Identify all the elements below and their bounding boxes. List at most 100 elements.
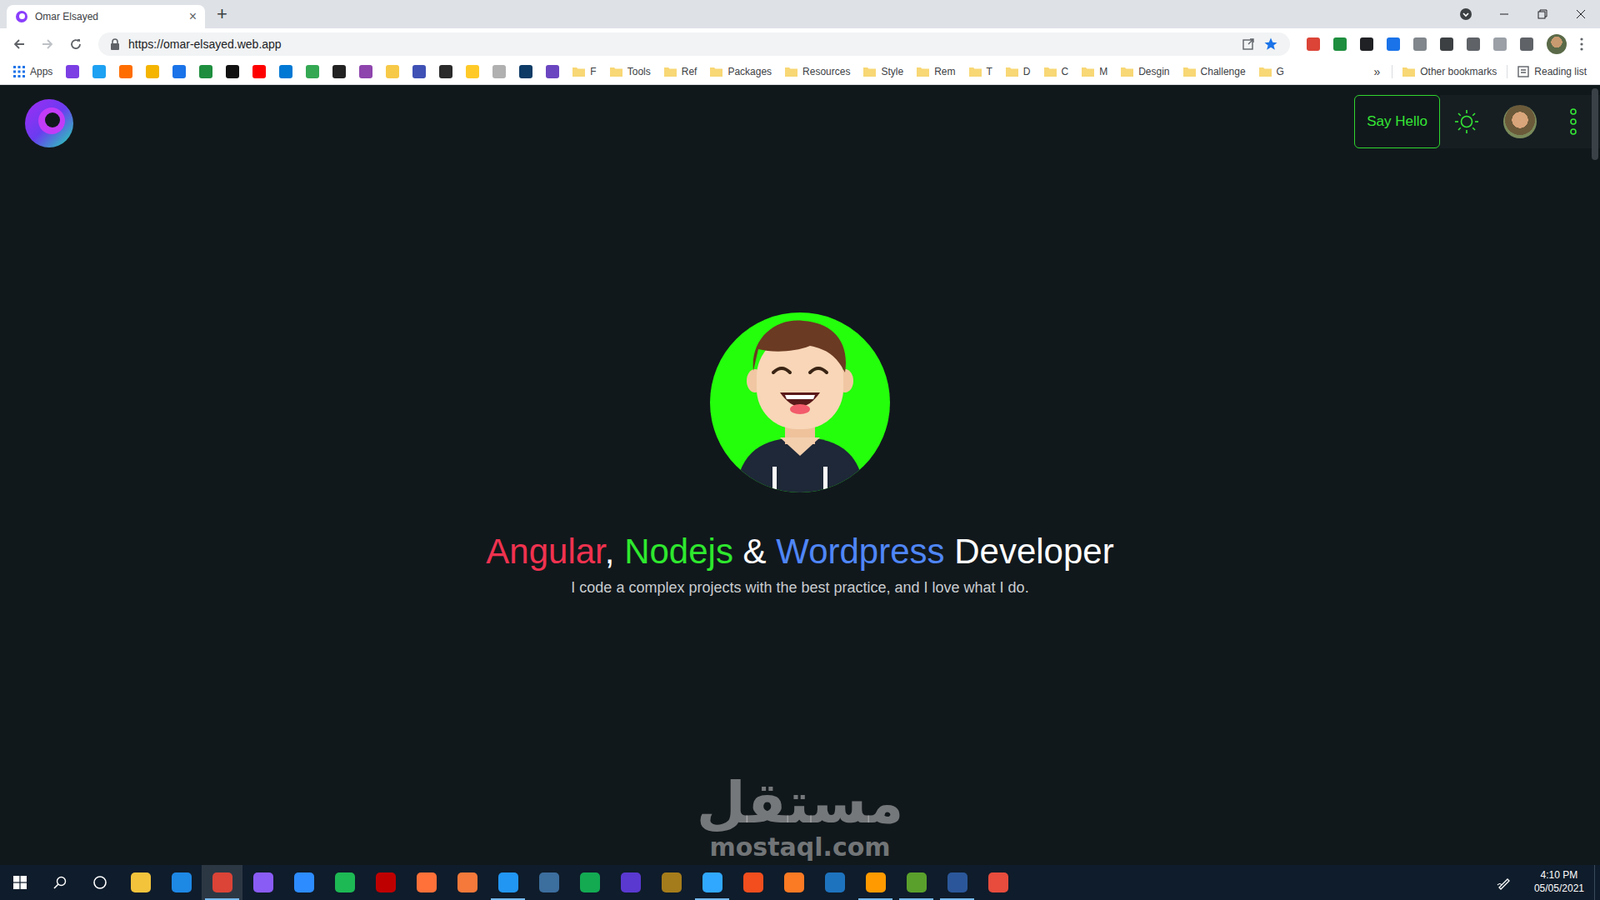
bookmark-folder[interactable]: Tools bbox=[603, 65, 658, 78]
taskbar-app[interactable] bbox=[242, 865, 284, 900]
bookmark-folder[interactable]: M bbox=[1075, 65, 1115, 78]
extension-icon[interactable] bbox=[1306, 37, 1320, 51]
extension-icon[interactable] bbox=[1360, 37, 1374, 51]
new-tab-button[interactable]: + bbox=[216, 3, 228, 25]
minimize-button[interactable] bbox=[1485, 0, 1524, 29]
bookmark-folder[interactable]: Resources bbox=[778, 65, 857, 78]
bookmark-label: C bbox=[1061, 65, 1070, 78]
bookmark-label: M bbox=[1099, 65, 1108, 78]
bookmark-favicon-icon[interactable] bbox=[305, 65, 320, 79]
taskbar-app[interactable] bbox=[773, 865, 815, 900]
taskbar-app[interactable] bbox=[977, 865, 1019, 900]
taskbar-app[interactable] bbox=[446, 865, 488, 900]
extension-icon[interactable] bbox=[1333, 37, 1347, 51]
bookmark-favicon-icon[interactable] bbox=[359, 65, 373, 79]
restore-button[interactable] bbox=[1523, 0, 1562, 29]
bookmark-favicon-icon[interactable] bbox=[385, 65, 400, 79]
reading-list[interactable]: Reading list bbox=[1510, 65, 1594, 78]
bookmark-folder[interactable]: G bbox=[1252, 65, 1291, 78]
theme-toggle[interactable] bbox=[1440, 95, 1494, 149]
back-button[interactable] bbox=[6, 31, 32, 57]
folder-icon bbox=[1081, 66, 1095, 77]
address-bar[interactable]: https://omar-elsayed.web.app bbox=[98, 32, 1290, 56]
bookmark-favicon-icon[interactable] bbox=[279, 65, 293, 79]
bookmark-favicon-icon[interactable] bbox=[465, 65, 480, 79]
taskbar-app[interactable] bbox=[528, 865, 570, 900]
taskbar-app[interactable] bbox=[120, 865, 161, 900]
bookmark-folder[interactable]: Desgin bbox=[1114, 65, 1176, 78]
taskbar-app[interactable] bbox=[691, 865, 733, 900]
bookmark-folder[interactable]: C bbox=[1037, 65, 1076, 78]
app-icon bbox=[865, 872, 886, 893]
bookmark-favicon-icon[interactable] bbox=[439, 65, 453, 79]
bookmark-folder[interactable]: Rem bbox=[910, 65, 962, 78]
reload-button[interactable] bbox=[63, 31, 89, 57]
other-bookmarks[interactable]: Other bookmarks bbox=[1395, 65, 1504, 78]
tab-search-button[interactable] bbox=[1446, 0, 1485, 29]
pen-workspace-button[interactable] bbox=[1484, 865, 1525, 900]
folder-icon bbox=[1183, 66, 1196, 77]
bookmark-folder[interactable]: Packages bbox=[703, 65, 779, 78]
browser-tab[interactable]: Omar Elsayed× bbox=[6, 5, 205, 29]
bookmark-star-icon[interactable] bbox=[1263, 36, 1279, 52]
show-desktop-button[interactable] bbox=[1594, 865, 1600, 900]
taskbar-app[interactable] bbox=[201, 865, 243, 900]
menu-dots-icon[interactable] bbox=[1580, 37, 1584, 51]
taskbar-app[interactable] bbox=[610, 865, 651, 900]
bookmark-folder[interactable]: F bbox=[565, 65, 603, 78]
bookmark-folder[interactable]: Ref bbox=[657, 65, 705, 78]
bookmark-favicon-icon[interactable] bbox=[145, 65, 160, 79]
extension-icon[interactable] bbox=[1440, 37, 1454, 51]
bookmark-favicon-icon[interactable] bbox=[332, 65, 346, 79]
profile-photo-button[interactable] bbox=[1493, 95, 1547, 149]
bookmark-folder[interactable]: Challenge bbox=[1176, 65, 1253, 78]
taskbar-app[interactable] bbox=[855, 865, 896, 900]
taskbar-app[interactable] bbox=[365, 865, 406, 900]
taskbar-clock[interactable]: 4:10 PM05/05/2021 bbox=[1524, 865, 1595, 900]
bookmark-favicon-icon[interactable] bbox=[119, 65, 133, 79]
taskbar-app[interactable] bbox=[650, 865, 692, 900]
extension-icon[interactable] bbox=[1413, 37, 1427, 51]
taskbar-app[interactable] bbox=[405, 865, 447, 900]
bookmark-favicon-icon[interactable] bbox=[225, 65, 240, 79]
taskbar-app[interactable] bbox=[324, 865, 365, 900]
close-window-button[interactable] bbox=[1561, 0, 1600, 29]
taskbar-app[interactable] bbox=[895, 865, 937, 900]
bookmark-favicon-icon[interactable] bbox=[65, 65, 80, 79]
bookmark-favicon-icon[interactable] bbox=[545, 65, 560, 79]
say-hello-button[interactable]: Say Hello bbox=[1354, 95, 1440, 149]
taskbar-app[interactable] bbox=[732, 865, 774, 900]
bookmark-favicon-icon[interactable] bbox=[412, 65, 426, 79]
bookmark-favicon-icon[interactable] bbox=[92, 65, 106, 79]
bookmark-folder[interactable]: D bbox=[999, 65, 1038, 78]
page-scrollbar[interactable] bbox=[1591, 88, 1599, 160]
taskbar-app[interactable] bbox=[936, 865, 978, 900]
taskbar-app[interactable] bbox=[487, 865, 529, 900]
bookmark-favicon-icon[interactable] bbox=[172, 65, 186, 79]
cortana-button[interactable] bbox=[80, 865, 120, 900]
extension-icon[interactable] bbox=[1520, 37, 1534, 51]
bookmark-favicon-icon[interactable] bbox=[492, 65, 506, 79]
tab-close-button[interactable]: × bbox=[189, 9, 197, 25]
taskbar-app[interactable] bbox=[569, 865, 610, 900]
taskbar-app[interactable] bbox=[160, 865, 202, 900]
bookmark-favicon-icon[interactable] bbox=[199, 65, 213, 79]
extension-icon[interactable] bbox=[1493, 37, 1507, 51]
apps-bookmark[interactable]: Apps bbox=[6, 65, 60, 78]
profile-avatar[interactable] bbox=[1546, 34, 1567, 55]
open-in-app-icon[interactable] bbox=[1241, 37, 1255, 51]
forward-button[interactable] bbox=[35, 31, 60, 57]
start-button[interactable] bbox=[0, 865, 40, 900]
extension-icon[interactable] bbox=[1466, 37, 1480, 51]
taskbar-app[interactable] bbox=[283, 865, 325, 900]
taskbar-app[interactable] bbox=[814, 865, 855, 900]
bookmark-folder[interactable]: Style bbox=[856, 65, 910, 78]
bookmark-favicon-icon[interactable] bbox=[519, 65, 533, 79]
site-logo-icon[interactable] bbox=[23, 97, 75, 150]
app-icon bbox=[253, 872, 274, 893]
more-bookmarks-button[interactable]: » bbox=[1365, 65, 1389, 79]
bookmark-folder[interactable]: T bbox=[962, 65, 1000, 78]
search-button[interactable] bbox=[40, 865, 80, 900]
bookmark-favicon-icon[interactable] bbox=[252, 65, 266, 79]
extension-icon[interactable] bbox=[1386, 37, 1400, 51]
